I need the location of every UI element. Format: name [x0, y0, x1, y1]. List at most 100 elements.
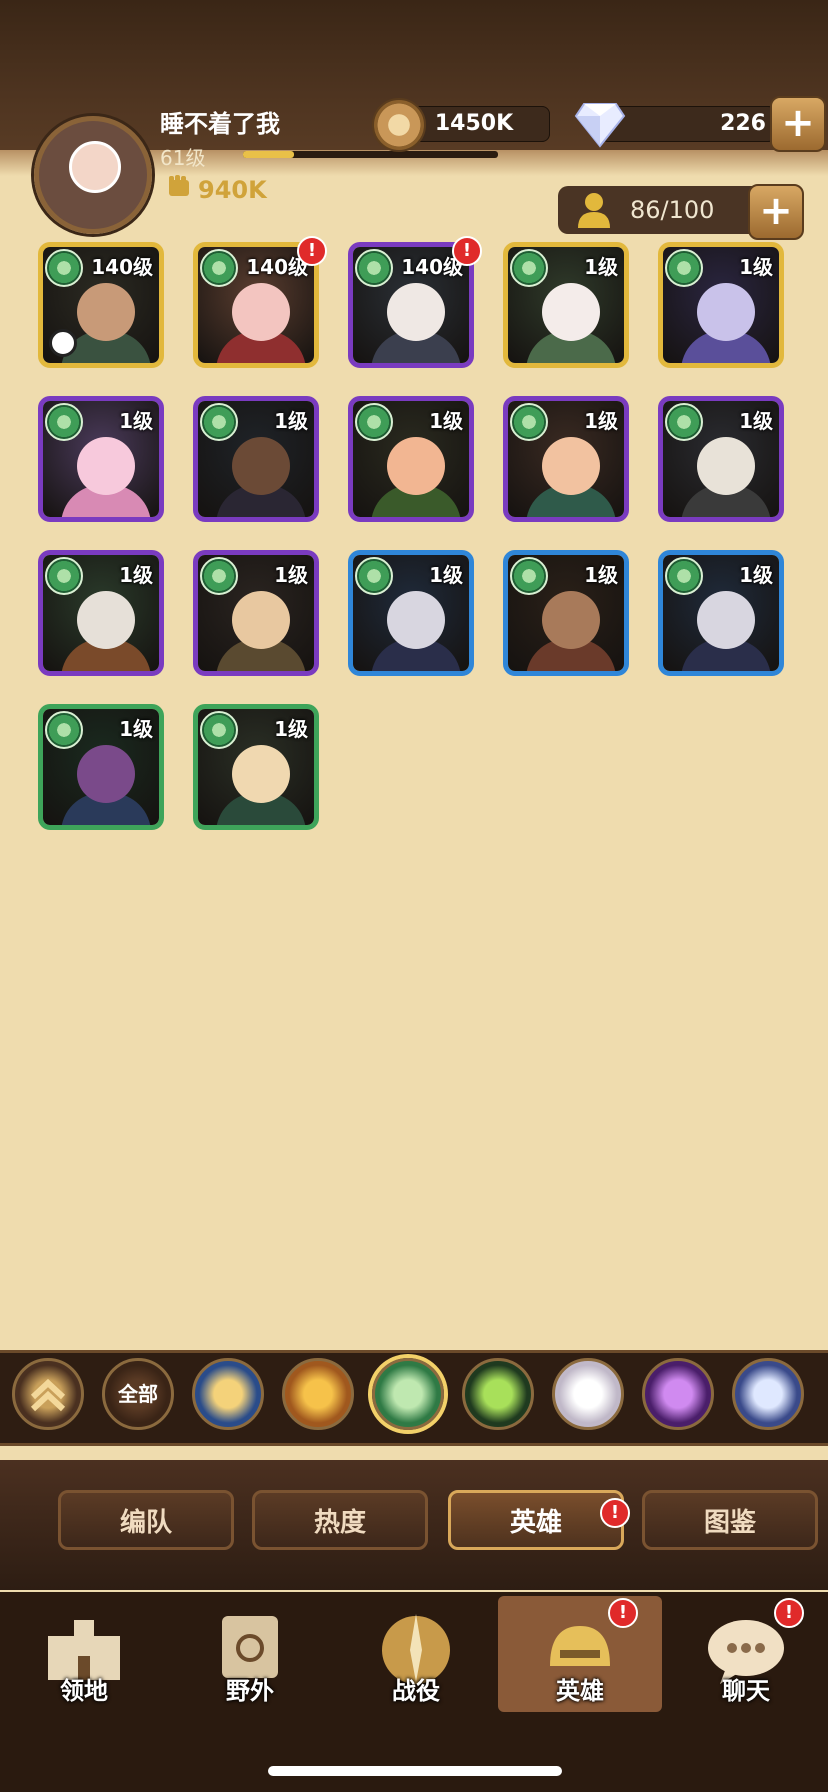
add-gems-button[interactable]: + [770, 96, 826, 152]
gold-coin-icon [372, 98, 426, 152]
hero-card[interactable]: 140级 [38, 242, 164, 368]
hero-head [387, 591, 445, 649]
celestial-star-icon[interactable] [552, 1358, 624, 1430]
hero-head [542, 591, 600, 649]
xp-bar-fill [243, 151, 294, 158]
wilder-faction-icon [355, 403, 393, 441]
tab-1[interactable]: 热度 [252, 1490, 428, 1550]
hero-card[interactable]: 1级 [348, 550, 474, 676]
hero-head [697, 283, 755, 341]
hero-card[interactable]: 1级 [348, 396, 474, 522]
hero-level: 1级 [274, 717, 308, 741]
hero-head [232, 591, 290, 649]
hero-card[interactable]: 1级 [658, 396, 784, 522]
hero-card[interactable]: 1级 [38, 704, 164, 830]
hero-level: 1级 [584, 409, 618, 433]
nav-label: 战役 [392, 1677, 440, 1705]
nav-item-2[interactable]: 战役 [334, 1596, 498, 1712]
nav-label: 英雄 [556, 1677, 604, 1705]
all-factions-icon[interactable]: 全部 [102, 1358, 174, 1430]
tab-3[interactable]: 图鉴 [642, 1490, 818, 1550]
nav-item-1[interactable]: 野外 [168, 1596, 332, 1712]
home-indicator [268, 1766, 562, 1776]
hero-level: 1级 [274, 563, 308, 587]
wilder-faction-icon [665, 403, 703, 441]
alert-badge-icon: ! [452, 236, 482, 266]
dimensional-disc-icon[interactable] [732, 1358, 804, 1430]
hero-level: 1级 [739, 563, 773, 587]
expand-roster-button[interactable]: + [748, 184, 804, 240]
person-icon [578, 193, 610, 228]
wilder-faction-icon [200, 711, 238, 749]
lightbearer-star-icon[interactable] [192, 1358, 264, 1430]
hero-card[interactable]: 1级 [503, 396, 629, 522]
hero-level: 1级 [429, 563, 463, 587]
wilder-faction-icon [200, 403, 238, 441]
power-value: 940K [198, 176, 267, 204]
tab-2[interactable]: 英雄 [448, 1490, 624, 1550]
clock-icon [49, 329, 77, 357]
hero-level: 1级 [119, 563, 153, 587]
hero-head [77, 437, 135, 495]
hero-level: 1级 [584, 563, 618, 587]
hero-level: 1级 [119, 717, 153, 741]
player-level: 61级 [160, 146, 206, 170]
hero-head [387, 437, 445, 495]
gem-amount: 226 [600, 106, 776, 142]
nav-label: 野外 [226, 1677, 274, 1705]
hero-head [542, 437, 600, 495]
hero-head [77, 283, 135, 341]
hypogean-crystal-icon[interactable] [642, 1358, 714, 1430]
all-filter-label: 全部 [118, 1382, 158, 1406]
hero-head [77, 591, 135, 649]
chevron-up-icon [30, 1378, 66, 1412]
hero-card[interactable]: 1级 [193, 704, 319, 830]
alert-badge-icon: ! [774, 1598, 804, 1628]
hero-card[interactable]: 1级 [658, 550, 784, 676]
nav-label: 聊天 [722, 1677, 770, 1705]
hero-level: 1级 [274, 409, 308, 433]
fist-power-icon [169, 175, 189, 196]
wilder-faction-icon [355, 249, 393, 287]
wilder-faction-icon [45, 711, 83, 749]
hero-level: 140级 [91, 255, 153, 279]
hero-card[interactable]: 1级 [38, 396, 164, 522]
hero-head [387, 283, 445, 341]
wilder-faction-icon [665, 557, 703, 595]
diamond-icon [574, 103, 626, 148]
alert-badge-icon: ! [600, 1498, 630, 1528]
hero-card[interactable]: 1级 [503, 242, 629, 368]
hero-level: 1级 [739, 255, 773, 279]
wilder-leaf-icon[interactable] [372, 1358, 444, 1430]
mauler-shield-icon[interactable] [282, 1358, 354, 1430]
nav-item-0[interactable]: 领地 [2, 1596, 166, 1712]
wilder-faction-icon [510, 249, 548, 287]
collapse-chevron-icon[interactable] [12, 1358, 84, 1430]
hero-head [232, 745, 290, 803]
hero-head [697, 591, 755, 649]
hero-level: 1级 [739, 409, 773, 433]
tab-0[interactable]: 编队 [58, 1490, 234, 1550]
wilder-faction-icon [665, 249, 703, 287]
wilder-faction-icon [200, 249, 238, 287]
wilder-faction-icon [45, 557, 83, 595]
graveborn-eye-icon[interactable] [462, 1358, 534, 1430]
hero-card[interactable]: 1级 [658, 242, 784, 368]
hero-head [232, 283, 290, 341]
hero-head [542, 283, 600, 341]
player-avatar[interactable] [34, 116, 152, 234]
hero-card[interactable]: 1级 [503, 550, 629, 676]
wilder-faction-icon [510, 557, 548, 595]
alert-badge-icon: ! [608, 1598, 638, 1628]
alert-badge-icon: ! [297, 236, 327, 266]
hero-card[interactable]: 1级 [193, 396, 319, 522]
hero-head [232, 437, 290, 495]
hero-card[interactable]: 1级 [193, 550, 319, 676]
wilder-faction-icon [200, 557, 238, 595]
wilder-faction-icon [355, 557, 393, 595]
wilder-faction-icon [510, 403, 548, 441]
hero-card[interactable]: 1级 [38, 550, 164, 676]
player-name: 睡不着了我 [160, 110, 280, 138]
wilder-faction-icon [45, 249, 83, 287]
hero-head [697, 437, 755, 495]
